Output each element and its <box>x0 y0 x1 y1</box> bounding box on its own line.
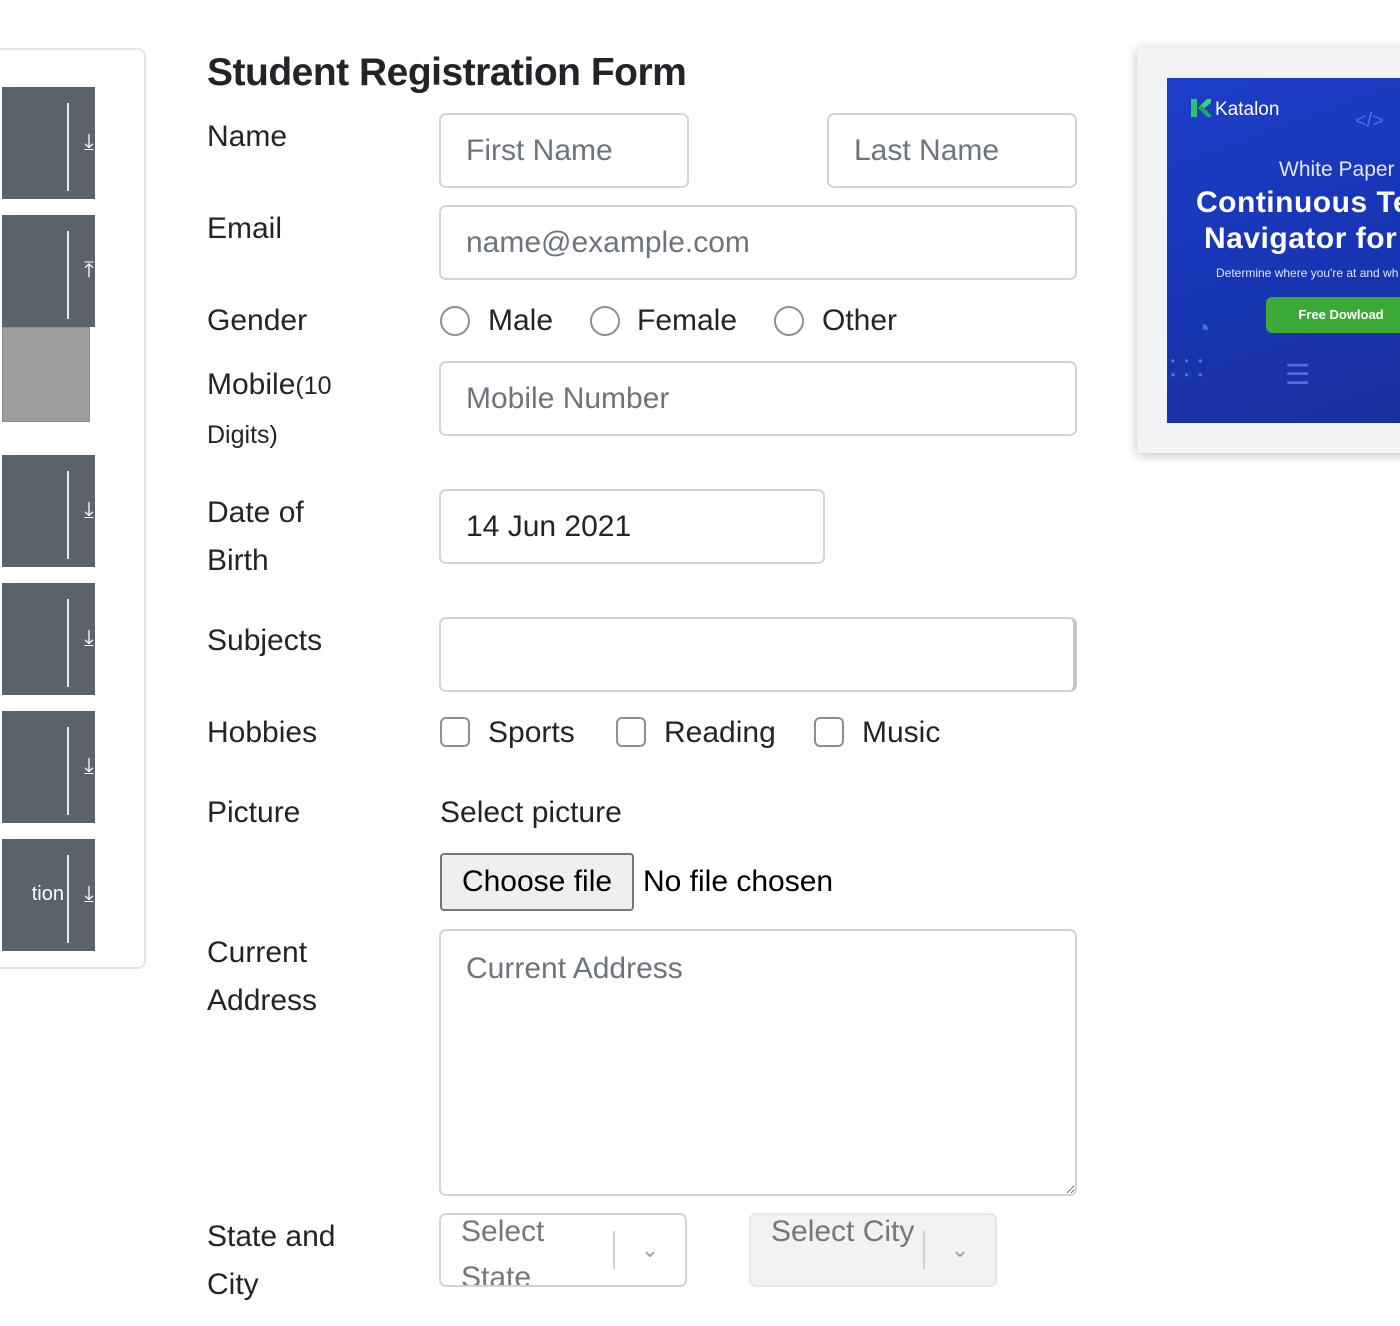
sidebar-button-3[interactable]: ⤓ <box>2 455 95 567</box>
address-label-line2: Address <box>207 984 318 1017</box>
mobile-label-text: Mobile <box>207 368 296 401</box>
ad-headline-line1: Continuous Te <box>1196 186 1400 219</box>
sidebar-button-2[interactable]: ⤒ <box>2 215 95 327</box>
ad-brand-name: Katalon <box>1215 99 1280 120</box>
state-select[interactable]: Select State ⌄ <box>439 1213 687 1287</box>
gender-female-label[interactable]: Female <box>637 301 737 341</box>
gender-other-radio[interactable] <box>774 306 804 336</box>
upload-icon: ⤒ <box>84 257 94 282</box>
katalon-logo-icon <box>1191 99 1211 117</box>
subjects-label: Subjects <box>207 624 323 657</box>
dob-label-line1: Date of <box>207 496 304 529</box>
sidebar-divider <box>67 855 69 943</box>
download-icon: ⤓ <box>84 753 94 778</box>
sidebar-button-label <box>2 751 64 781</box>
select-separator <box>613 1231 615 1269</box>
hobby-sports-checkbox[interactable] <box>440 717 470 747</box>
download-icon: ⤓ <box>84 497 94 522</box>
page-title: Student Registration Form <box>207 51 687 94</box>
gender-label: Gender <box>207 304 308 337</box>
mobile-label-line2: Digits) <box>207 421 278 449</box>
sidebar-button-6[interactable]: tion ⤓ <box>2 839 95 951</box>
ad-headline-line2: Navigator for <box>1204 222 1398 255</box>
subjects-input[interactable] <box>439 617 1077 692</box>
picture-label: Picture <box>207 796 301 829</box>
first-name-input[interactable] <box>439 113 689 188</box>
mobile-number-input[interactable] <box>439 361 1077 436</box>
ad-kicker: White Paper <box>1279 158 1395 181</box>
sidebar-placeholder-block <box>2 327 90 422</box>
hobby-reading-label[interactable]: Reading <box>664 713 776 753</box>
sidebar-button-label: tion <box>31 883 64 905</box>
state-city-label-line1: State and <box>207 1220 336 1253</box>
state-city-label-line2: City <box>207 1268 259 1301</box>
file-status-text: No file chosen <box>643 865 834 898</box>
hobby-reading-checkbox[interactable] <box>616 717 646 747</box>
email-label: Email <box>207 212 283 245</box>
hobby-music-label[interactable]: Music <box>862 713 940 753</box>
advertisement-banner[interactable]: Katalon </> White Paper Continuous Te Na… <box>1167 78 1400 423</box>
date-of-birth-input[interactable] <box>439 489 825 564</box>
address-label-line1: Current <box>207 936 308 969</box>
chevron-down-icon: ⌄ <box>640 1237 660 1262</box>
sidebar-button-label <box>2 495 64 525</box>
sidebar-button-label <box>2 255 64 285</box>
hobby-music-checkbox[interactable] <box>814 717 844 747</box>
decorative-dots: • • • • • • <box>1171 354 1206 382</box>
chevron-down-icon: ⌄ <box>950 1237 970 1262</box>
gender-other-label[interactable]: Other <box>822 301 897 341</box>
sidebar-button-label <box>2 127 64 157</box>
sidebar-divider <box>67 103 69 191</box>
city-select-placeholder: Select City <box>771 1215 915 1248</box>
last-name-input[interactable] <box>827 113 1077 188</box>
sidebar-panel: ⤓ ⤒ ⤓ ⤓ ⤓ tion ⤓ <box>0 48 146 969</box>
sidebar-divider <box>67 471 69 559</box>
code-icon: </> <box>1355 110 1384 132</box>
mobile-label: Mobile(10 <box>207 361 332 410</box>
gender-male-radio[interactable] <box>440 306 470 336</box>
sidebar-button-4[interactable]: ⤓ <box>2 583 95 695</box>
sidebar-button-1[interactable]: ⤓ <box>2 87 95 199</box>
download-icon: ⤓ <box>84 881 94 906</box>
mobile-label-suffix: (10 <box>295 372 332 400</box>
download-icon: ⤓ <box>84 129 94 154</box>
ad-brand: Katalon <box>1189 96 1279 124</box>
sidebar-divider <box>67 727 69 815</box>
email-input[interactable] <box>439 205 1077 280</box>
download-icon: ⤓ <box>84 625 94 650</box>
current-address-textarea[interactable] <box>439 929 1077 1196</box>
sidebar-divider <box>67 231 69 319</box>
city-select[interactable]: Select City ⌄ <box>749 1213 997 1287</box>
timer-icon: ◔ <box>1195 313 1211 343</box>
state-select-placeholder: Select State <box>461 1215 545 1287</box>
sidebar-button-label <box>2 623 64 653</box>
dob-label-line2: Birth <box>207 544 269 577</box>
hobbies-label: Hobbies <box>207 716 318 749</box>
list-icon: ☰ <box>1285 359 1311 390</box>
gender-male-label[interactable]: Male <box>488 301 553 341</box>
select-picture-caption: Select picture <box>440 796 622 829</box>
choose-file-button[interactable]: Choose file <box>440 853 634 911</box>
name-label: Name <box>207 120 288 153</box>
ad-subline: Determine where you're at and wh <box>1216 266 1399 280</box>
ad-cta-button[interactable]: Free Dowload <box>1266 297 1400 333</box>
sidebar-divider <box>67 599 69 687</box>
sidebar-button-5[interactable]: ⤓ <box>2 711 95 823</box>
gender-female-radio[interactable] <box>590 306 620 336</box>
hobby-sports-label[interactable]: Sports <box>488 713 575 753</box>
select-separator <box>923 1231 925 1269</box>
